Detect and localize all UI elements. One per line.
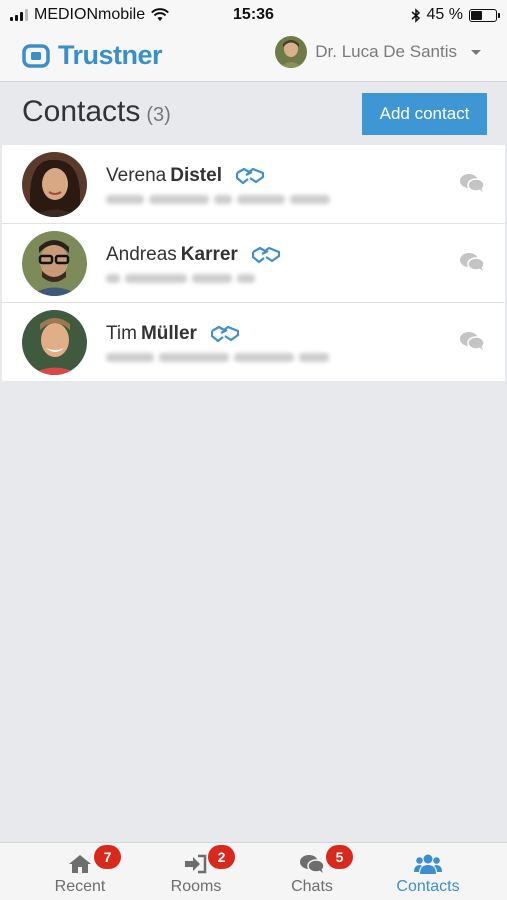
contact-subtitle-redacted: [106, 272, 255, 284]
contact-name: Tim Müller: [106, 323, 239, 345]
contact-name: Verena Distel: [106, 165, 264, 187]
contact-subtitle-redacted: [106, 193, 330, 205]
chat-icon[interactable]: [459, 173, 485, 198]
contact-row[interactable]: Tim Müller: [2, 303, 505, 381]
tab-recent[interactable]: Recent 7: [46, 843, 121, 900]
chat-icon[interactable]: [459, 252, 485, 277]
contact-row[interactable]: Andreas Karrer: [2, 224, 505, 303]
app-header: Trustner Dr. Luca De Santis: [0, 30, 507, 82]
contact-first-name: Tim: [106, 323, 137, 344]
contact-first-name: Andreas: [106, 244, 177, 265]
status-bar: MEDIONmobile 15:36 45 %: [0, 0, 507, 30]
bluetooth-icon: [411, 7, 420, 23]
tab-label: Chats: [291, 878, 333, 895]
tab-label: Recent: [54, 878, 106, 895]
page-title: Contacts (3): [22, 95, 171, 129]
notification-badge: 5: [326, 845, 353, 869]
home-icon: [68, 853, 92, 875]
trustner-logo-icon: [22, 43, 50, 68]
user-name: Dr. Luca De Santis: [315, 42, 457, 61]
user-avatar: [275, 36, 308, 68]
handshake-icon: [251, 246, 280, 264]
contact-count: (3): [146, 104, 171, 126]
brand-name: Trustner: [58, 40, 163, 70]
bottom-tab-bar: Recent 7 Rooms 2 Chats 5 Contacts: [0, 842, 507, 900]
user-menu[interactable]: Dr. Luca De Santis: [275, 36, 481, 68]
sign-in-icon: [184, 853, 208, 875]
contact-first-name: Verena: [106, 165, 167, 186]
add-contact-button[interactable]: Add contact: [362, 93, 487, 135]
contact-avatar: [22, 152, 87, 217]
page-header: Contacts (3) Add contact: [0, 83, 507, 143]
contact-last-name: Müller: [140, 323, 197, 344]
contact-last-name: Distel: [170, 165, 222, 186]
chat-icon[interactable]: [459, 331, 485, 356]
contact-subtitle-redacted: [106, 351, 329, 363]
tab-contacts[interactable]: Contacts: [388, 843, 468, 900]
contact-name: Andreas Karrer: [106, 244, 280, 266]
users-icon: [414, 853, 442, 875]
battery-icon: [469, 8, 500, 22]
contact-avatar: [22, 310, 87, 375]
notification-badge: 2: [208, 845, 235, 869]
tab-chats[interactable]: Chats 5: [280, 843, 353, 900]
page-title-text: Contacts: [22, 95, 141, 128]
tab-label: Rooms: [170, 878, 222, 895]
tab-rooms[interactable]: Rooms 2: [162, 843, 235, 900]
chat-bubbles-icon: [299, 853, 325, 875]
handshake-icon: [210, 325, 239, 343]
contact-row[interactable]: Verena Distel: [2, 145, 505, 224]
contact-last-name: Karrer: [180, 244, 238, 265]
notification-badge: 7: [94, 845, 121, 869]
brand-logo[interactable]: Trustner: [22, 40, 163, 71]
contact-list: Verena Distel Andreas Karrer Tim Müller: [2, 145, 505, 381]
handshake-icon: [235, 167, 264, 185]
tab-label: Contacts: [396, 878, 460, 895]
chevron-down-icon: [471, 49, 481, 55]
battery-percent: 45 %: [426, 6, 463, 23]
battery-fill: [471, 10, 482, 20]
contact-avatar: [22, 231, 87, 296]
